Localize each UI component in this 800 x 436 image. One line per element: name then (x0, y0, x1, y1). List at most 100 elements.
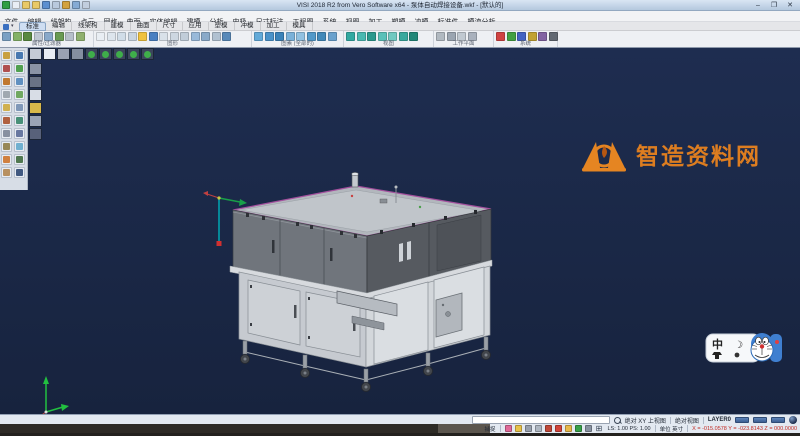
view-tool-icon[interactable] (29, 76, 42, 88)
ribbon-icon[interactable] (191, 32, 200, 41)
ribbon-icon[interactable] (107, 32, 116, 41)
snap-label[interactable]: 捕捉 (484, 425, 495, 433)
ribbon-tab[interactable]: 塑模 (209, 22, 235, 31)
ribbon-icon[interactable] (409, 32, 418, 41)
ribbon-tab[interactable]: 模具 (287, 22, 313, 31)
ribbon-icon[interactable] (388, 32, 397, 41)
tool-icon[interactable] (14, 89, 25, 100)
view-orientation-icon[interactable] (71, 48, 84, 60)
ribbon-icon[interactable] (346, 32, 355, 41)
ribbon-icon[interactable] (96, 32, 105, 41)
status-block-1[interactable] (735, 417, 749, 423)
tool-icon[interactable] (14, 141, 25, 152)
ribbon-icon[interactable] (528, 32, 537, 41)
ribbon-icon[interactable] (457, 32, 466, 41)
tool-icon[interactable] (14, 115, 25, 126)
view-tool-icon[interactable] (29, 102, 42, 114)
ribbon-icon[interactable] (34, 32, 43, 41)
ribbon-tab[interactable]: 冲模 (235, 22, 261, 31)
ribbon-tab[interactable]: 尺寸 (157, 22, 183, 31)
ribbon-icon[interactable] (275, 32, 284, 41)
view-tool-icon[interactable] (29, 89, 42, 101)
view-tool-icon[interactable] (29, 63, 42, 75)
ribbon-icon[interactable] (222, 32, 231, 41)
title-bar[interactable]: VISI 2018 R2 from Vero Software x64 - 泵体… (0, 0, 800, 11)
ribbon-icon[interactable] (2, 32, 11, 41)
snap-toggle-icon[interactable] (575, 425, 582, 432)
ribbon-icon[interactable] (496, 32, 505, 41)
snap-toggle-icon[interactable] (565, 425, 572, 432)
ribbon-tab[interactable]: 标准 (19, 22, 46, 31)
ribbon-tab[interactable]: 加工 (261, 22, 287, 31)
tool-icon[interactable] (14, 102, 25, 113)
snap-toggle-icon[interactable] (585, 425, 592, 432)
ribbon-tab[interactable]: 编辑 (46, 22, 72, 31)
ribbon-icon[interactable] (44, 32, 53, 41)
tool-icon[interactable] (1, 141, 12, 152)
grid-toggle-icon[interactable]: ⊞ (596, 425, 604, 433)
view-orientation-icon[interactable] (127, 48, 140, 60)
ribbon-icon[interactable] (436, 32, 445, 41)
ribbon-tab[interactable]: 建模 (105, 22, 131, 31)
tool-icon[interactable] (1, 167, 12, 178)
view-orientation-icon[interactable] (99, 48, 112, 60)
ribbon-icon[interactable] (296, 32, 305, 41)
ribbon-icon[interactable] (170, 32, 179, 41)
layer-selector[interactable]: LAYER0 (708, 417, 731, 423)
maximize-button[interactable]: ❐ (766, 0, 782, 11)
snap-toggle-icon[interactable] (545, 425, 552, 432)
tool-icon[interactable] (1, 154, 12, 165)
ribbon-icon[interactable] (254, 32, 263, 41)
minimize-button[interactable]: – (750, 0, 766, 11)
ribbon-icon[interactable] (23, 32, 32, 41)
snap-toggle-icon[interactable] (515, 425, 522, 432)
ribbon-icon[interactable] (307, 32, 316, 41)
tool-icon[interactable] (1, 76, 12, 87)
view-orientation-icon[interactable] (57, 48, 70, 60)
ribbon-icon[interactable] (76, 32, 85, 41)
ribbon-icon[interactable] (138, 32, 147, 41)
ribbon-icon[interactable] (128, 32, 137, 41)
workspace-icon[interactable] (3, 24, 9, 30)
snap-toggle-icon[interactable] (525, 425, 532, 432)
ribbon-icon[interactable] (357, 32, 366, 41)
ribbon-icon[interactable] (328, 32, 337, 41)
ribbon-icon[interactable] (538, 32, 547, 41)
ribbon-icon[interactable] (447, 32, 456, 41)
tool-icon[interactable] (1, 102, 12, 113)
tool-icon[interactable] (1, 89, 12, 100)
tool-icon[interactable] (1, 50, 12, 61)
units-label[interactable]: 单位 英寸 (660, 425, 684, 433)
view-tool-icon[interactable] (29, 128, 42, 140)
ribbon-icon[interactable] (399, 32, 408, 41)
snap-toggle-icon[interactable] (555, 425, 562, 432)
status-block-2[interactable] (753, 417, 767, 423)
ribbon-tab[interactable]: 线架构 (72, 22, 105, 31)
tool-icon[interactable] (14, 50, 25, 61)
tool-icon[interactable] (1, 63, 12, 74)
ribbon-icon[interactable] (201, 32, 210, 41)
ribbon-icon[interactable] (317, 32, 326, 41)
search-icon[interactable] (614, 417, 621, 424)
ribbon-icon[interactable] (507, 32, 516, 41)
ribbon-icon[interactable] (55, 32, 64, 41)
ribbon-icon[interactable] (117, 32, 126, 41)
ime-toolbar[interactable]: 中 ☽ (704, 328, 784, 368)
close-button[interactable]: ✕ (782, 0, 798, 11)
ribbon-icon[interactable] (159, 32, 168, 41)
snap-toggle-icon[interactable] (505, 425, 512, 432)
tool-icon[interactable] (14, 76, 25, 87)
tool-icon[interactable] (14, 154, 25, 165)
view-orientation-icon[interactable] (43, 48, 56, 60)
ribbon-tab[interactable]: 应用 (183, 22, 209, 31)
view-orientation-icon[interactable] (113, 48, 126, 60)
snap-toggle-icon[interactable] (535, 425, 542, 432)
tool-icon[interactable] (1, 128, 12, 139)
ribbon-icon[interactable] (468, 32, 477, 41)
tool-icon[interactable] (14, 63, 25, 74)
tool-icon[interactable] (14, 167, 25, 178)
chevron-down-icon[interactable]: ▾ (11, 22, 14, 31)
ribbon-icon[interactable] (517, 32, 526, 41)
coordinate-input[interactable] (472, 416, 610, 424)
render-mode-icon[interactable] (789, 416, 797, 424)
